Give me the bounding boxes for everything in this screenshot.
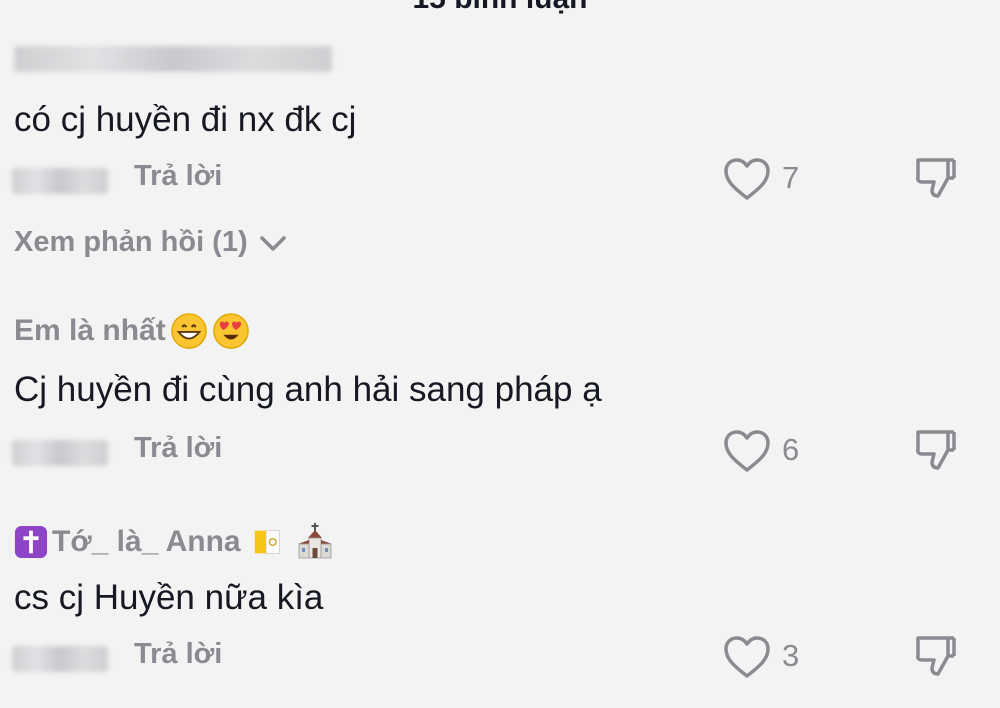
heart-outline-icon: [724, 158, 770, 200]
comment-author[interactable]: Tớ_ là_ Anna: [14, 522, 341, 562]
reply-button[interactable]: Trả lời: [134, 432, 222, 465]
like-count: 7: [782, 160, 800, 195]
blurred-timestamp: [12, 646, 108, 672]
heart-eyes-emoji: [212, 313, 249, 349]
dislike-button[interactable]: [912, 154, 960, 202]
blurred-timestamp: [12, 168, 108, 194]
heart-outline-icon: [724, 430, 770, 472]
comment-author[interactable]: [14, 46, 332, 72]
like-button[interactable]: [722, 156, 772, 202]
like-button[interactable]: [722, 634, 772, 680]
latin-cross-emoji: [14, 525, 48, 559]
comment-meta-row: Trả lời 6: [0, 430, 1000, 476]
close-button[interactable]: [912, 0, 960, 18]
like-button[interactable]: [722, 428, 772, 474]
like-count: 3: [782, 638, 800, 673]
like-count: 6: [782, 432, 800, 467]
comment-author[interactable]: Em là nhất: [14, 312, 250, 350]
grinning-face-emoji: [170, 313, 207, 349]
comment-text: có cj huyền đi nx đk cj: [14, 100, 357, 139]
blurred-username: [14, 46, 332, 72]
comment-meta-row: Trả lời 3: [0, 636, 1000, 682]
comment-text: cs cj Huyền nữa kìa: [14, 578, 324, 617]
vatican-flag-emoji: [254, 530, 280, 554]
close-icon: [912, 0, 960, 18]
view-replies-button[interactable]: Xem phản hồi (1): [14, 226, 288, 259]
blurred-timestamp: [12, 440, 108, 466]
heart-outline-icon: [724, 636, 770, 678]
reply-button[interactable]: Trả lời: [134, 638, 222, 671]
comments-count-title: 15 bình luận: [0, 0, 1000, 16]
thumbs-down-icon: [916, 158, 956, 198]
comment-meta-row: Trả lời 7: [0, 158, 1000, 204]
reply-button[interactable]: Trả lời: [134, 160, 222, 193]
chevron-down-icon: [259, 235, 286, 251]
dislike-button[interactable]: [912, 632, 960, 680]
thumbs-down-icon: [916, 430, 956, 470]
church-emoji: [297, 523, 332, 559]
comment-text: Cj huyền đi cùng anh hải sang pháp ạ: [14, 370, 602, 409]
thumbs-down-icon: [916, 636, 956, 676]
dislike-button[interactable]: [912, 426, 960, 474]
